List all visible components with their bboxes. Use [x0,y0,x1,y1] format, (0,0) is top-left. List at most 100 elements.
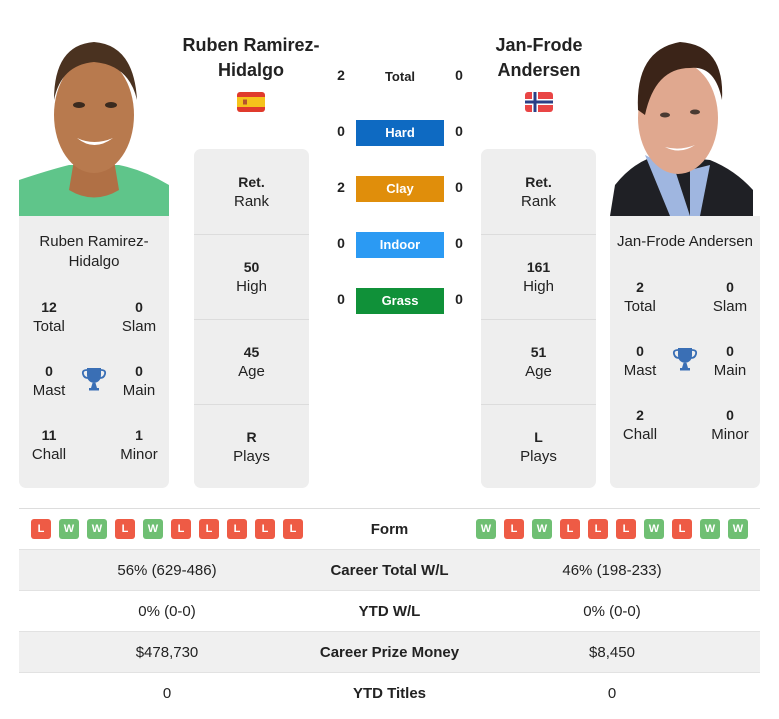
player1-stat-minor: 1 Minor [109,425,169,465]
player1-rank: Ret. Rank [194,149,309,234]
stat-label: Chall [31,446,67,463]
stat-value: 1 [135,427,143,443]
info-value: R [246,429,257,445]
stat-value: 0 [636,343,644,359]
form-win-badge[interactable]: W [728,519,748,539]
stat-label: Main [713,362,747,379]
player1-stat-total: 12 Total [19,297,79,337]
form-loss-badge[interactable]: L [616,519,636,539]
stat-value: 12 [41,299,57,315]
form-win-badge[interactable]: W [59,519,79,539]
info-value: 45 [243,344,260,360]
player2-name-heading[interactable]: Jan-Frode Andersen [468,33,610,83]
player2-plays: L Plays [481,404,596,489]
player1-value: 0% (0-0) [138,602,196,620]
player2-stat-slam: 0 Slam [700,277,760,317]
trophy-icon [81,366,107,392]
h2h-grass-p1: 0 [337,291,345,307]
form-loss-badge[interactable]: L [31,519,51,539]
player2-form: WLWLLLWLWW [464,519,760,539]
form-win-badge[interactable]: W [700,519,720,539]
player2-value: 0 [607,685,617,702]
form-win-badge[interactable]: W [644,519,664,539]
form-loss-badge[interactable]: L [283,519,303,539]
player1-form-badges: LWWLWLLLLL [19,519,315,539]
stat-value: 2 [636,279,644,295]
stat-label: Total [624,298,656,315]
player2-name-line1: Jan-Frode [495,35,583,55]
row-label: YTD Titles [352,685,427,702]
player1-name-line1: Ruben Ramirez- [182,35,320,55]
form-win-badge[interactable]: W [532,519,552,539]
form-loss-badge[interactable]: L [115,519,135,539]
player1-form: LWWLWLLLLL [19,519,315,539]
player2-stat-minor: 0 Minor [700,405,760,445]
h2h-grass-p2: 0 [455,291,463,307]
h2h-indoor-p2: 0 [455,235,463,251]
stat-label: Main [122,382,156,399]
form-label: Form [370,520,409,538]
form-loss-badge[interactable]: L [560,519,580,539]
player1-plays: R Plays [194,404,309,489]
form-loss-badge[interactable]: L [255,519,275,539]
info-label: High [523,278,554,295]
stat-value: 0 [726,279,734,295]
info-label: Plays [233,448,270,465]
comparison-table: LWWLWLLLLL Form WLWLLLWLWW 56% (629-486)… [19,508,760,714]
player2-rank: Ret. Rank [481,149,596,234]
player1-value: 0 [162,685,172,702]
player2-high: 161 High [481,234,596,319]
form-win-badge[interactable]: W [143,519,163,539]
player2-value: 0% (0-0) [583,602,641,620]
stat-label: Mast [623,362,657,379]
surface-hard-button[interactable]: Hard [356,120,444,146]
row-label: Career Prize Money [319,643,460,661]
stat-label: Mast [32,382,66,399]
row-label: Career Total W/L [330,561,449,579]
stat-label: Slam [121,318,157,335]
trophy-icon [672,346,698,372]
stat-value: 0 [135,363,143,379]
player1-stat-chall: 11 Chall [19,425,79,465]
stat-value: 0 [135,299,143,315]
form-loss-badge[interactable]: L [227,519,247,539]
h2h-clay-p1: 2 [337,179,345,195]
surface-indoor-button[interactable]: Indoor [356,232,444,258]
stat-value: 0 [45,363,53,379]
player2-photo [610,20,760,216]
stat-label: Minor [120,446,158,463]
player2-stat-mast: 0 Mast [610,341,670,381]
surface-grass-button[interactable]: Grass [356,288,444,314]
form-row: LWWLWLLLLL Form WLWLLLWLWW [19,509,760,550]
info-value: L [534,429,543,445]
player1-age: 45 Age [194,319,309,404]
info-label: Age [525,363,552,380]
info-label: Plays [520,448,557,465]
table-row: 56% (629-486) Career Total W/L 46% (198-… [19,550,760,591]
form-win-badge[interactable]: W [476,519,496,539]
info-label: Rank [233,192,270,210]
player1-info-card: Ret. Rank 50 High 45 Age R Plays [194,149,309,488]
player1-stat-mast: 0 Mast [19,361,79,401]
form-loss-badge[interactable]: L [504,519,524,539]
form-loss-badge[interactable]: L [588,519,608,539]
player2-form-badges: WLWLLLWLWW [464,519,760,539]
row-label: YTD W/L [358,602,421,620]
player1-photo [19,20,169,216]
info-value: 51 [530,344,547,360]
player1-name-heading[interactable]: Ruben Ramirez- Hidalgo [180,33,322,83]
player1-high: 50 High [194,234,309,319]
h2h-hard-p1: 0 [337,123,345,139]
form-loss-badge[interactable]: L [672,519,692,539]
stat-label: Total [33,318,65,335]
form-loss-badge[interactable]: L [171,519,191,539]
form-loss-badge[interactable]: L [199,519,219,539]
h2h-indoor-p1: 0 [337,235,345,251]
player1-stat-main: 0 Main [109,361,169,401]
player1-titles-card: Ruben Ramirez- Hidalgo 12 Total 0 Slam 0… [19,216,169,488]
form-win-badge[interactable]: W [87,519,107,539]
player2-stat-main: 0 Main [700,341,760,381]
surface-clay-button[interactable]: Clay [356,176,444,202]
h2h-total-p1: 2 [337,67,345,83]
player2-card-name: Jan-Frode Andersen [617,233,753,250]
